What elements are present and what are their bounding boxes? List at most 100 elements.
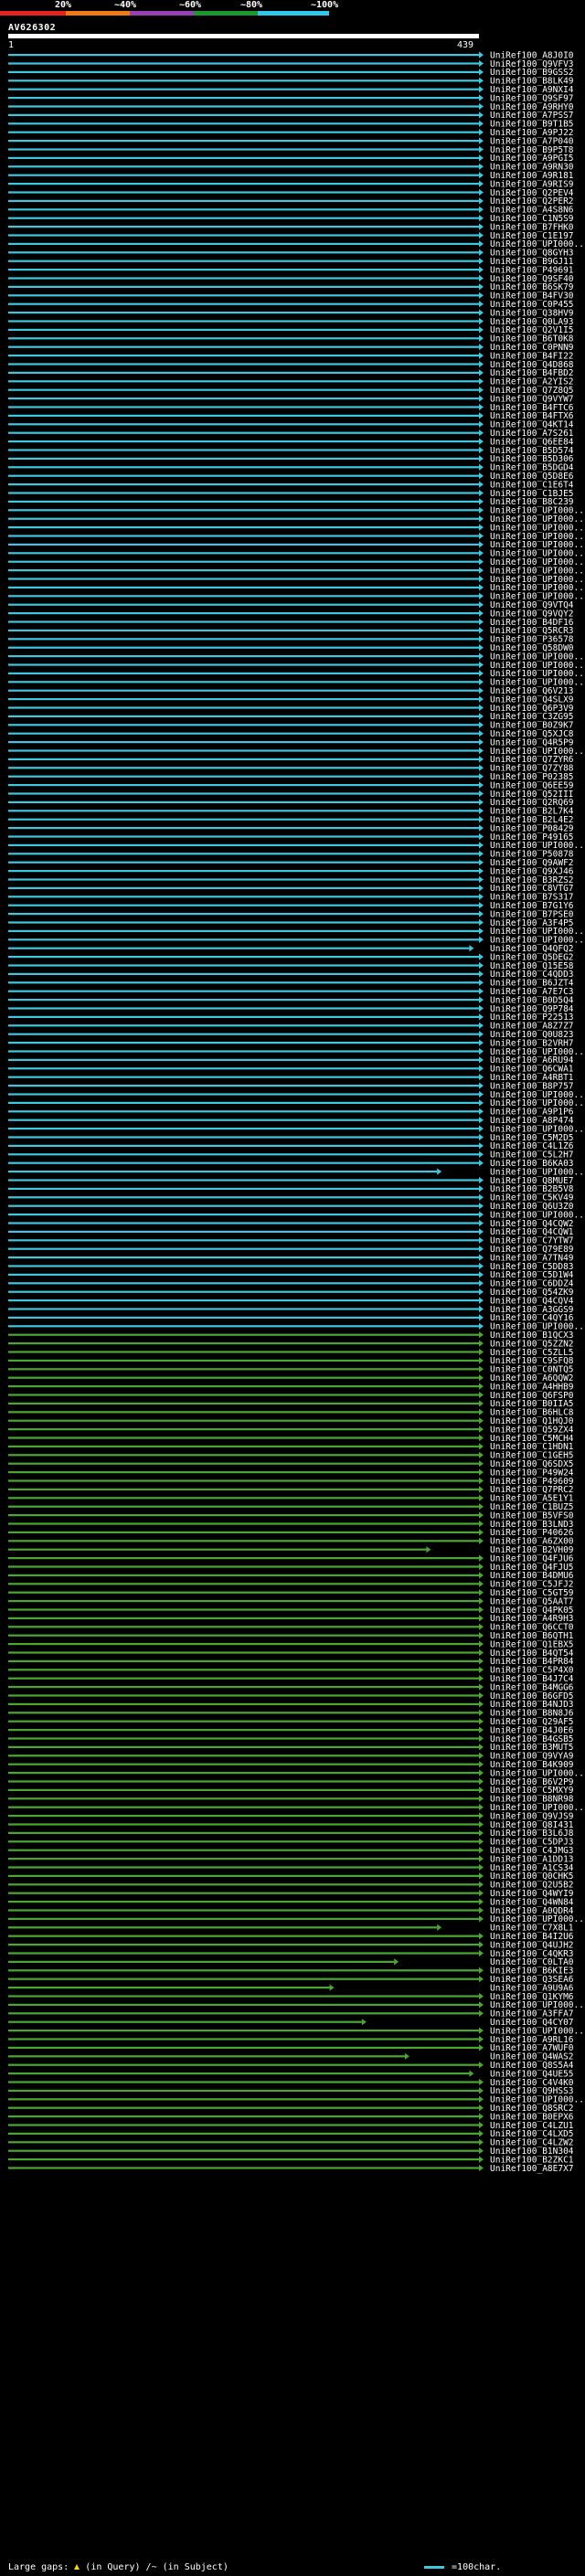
hit-bar: [8, 886, 479, 889]
hit-end-arrow: [479, 678, 484, 685]
hit-bar: [8, 1394, 479, 1396]
hit-label[interactable]: UniRef100_A8E7X7: [490, 2164, 574, 2174]
hit-bar: [8, 1643, 479, 1646]
hit-bar: [8, 543, 479, 546]
hit-end-arrow: [479, 1597, 484, 1605]
hit-end-arrow: [479, 558, 484, 566]
hit-end-arrow: [479, 1744, 484, 1751]
hit-end-arrow: [479, 1160, 484, 1167]
hit-end-arrow: [479, 1812, 484, 1819]
hit-end-arrow: [479, 1847, 484, 1854]
hit-bar: [8, 646, 479, 649]
large-gaps-legend: Large gaps: (in Query) /~ (in Subject): [8, 2562, 229, 2572]
hit-end-arrow: [479, 429, 484, 437]
hit-end-arrow: [479, 2095, 484, 2103]
hit-bar: [8, 1325, 479, 1328]
hit-bar: [8, 603, 479, 606]
hit-end-arrow: [479, 592, 484, 599]
hit-bar: [8, 1780, 479, 1783]
hit-end-arrow: [479, 1718, 484, 1725]
hit-bar: [8, 1454, 479, 1457]
hit-bar: [8, 1299, 479, 1302]
hit-end-arrow: [479, 249, 484, 256]
query-start-coord: 1: [8, 40, 15, 50]
hit-end-arrow: [479, 979, 484, 986]
hit-end-arrow: [479, 266, 484, 273]
hit-bar: [8, 2098, 479, 2101]
hit-bar: [8, 1101, 479, 1104]
hit-end-arrow: [479, 1941, 484, 1948]
hit-bar: [8, 758, 479, 760]
hit-bar: [8, 2020, 362, 2023]
hit-end-arrow: [479, 438, 484, 445]
hit-end-arrow: [479, 541, 484, 548]
hit-end-arrow: [479, 2121, 484, 2129]
hit-bar: [8, 1651, 479, 1654]
scale-label-20: 20%: [55, 0, 72, 10]
hit-end-arrow: [479, 1348, 484, 1356]
hit-end-arrow: [479, 1297, 484, 1304]
hit-end-arrow: [479, 713, 484, 720]
hit-end-arrow: [426, 1546, 431, 1553]
hit-end-arrow: [479, 1451, 484, 1458]
footer-legend: Large gaps: (in Query) /~ (in Subject) =…: [0, 2559, 585, 2576]
hit-bar: [8, 1479, 479, 1482]
hit-bar: [8, 260, 479, 262]
hit-end-arrow: [479, 2156, 484, 2163]
hit-end-arrow: [479, 1417, 484, 1425]
hit-bar: [8, 1874, 479, 1877]
hit-bar: [8, 1583, 479, 1585]
hit-end-arrow: [479, 215, 484, 222]
hit-bar: [8, 88, 479, 90]
hit-bar: [8, 1067, 479, 1070]
hit-bar: [8, 586, 479, 588]
hit-bar: [8, 140, 479, 143]
hit-bar: [8, 1050, 479, 1053]
hit-bar: [8, 1385, 479, 1388]
hit-bar: [8, 2089, 479, 2092]
hit-end-arrow: [479, 455, 484, 462]
hit-bar: [8, 1591, 479, 1594]
hit-end-arrow: [479, 1056, 484, 1064]
hit-end-arrow: [479, 223, 484, 230]
hit-bar: [8, 371, 479, 374]
hit-bar: [8, 1686, 479, 1689]
hit-end-arrow: [479, 936, 484, 943]
hit-end-arrow: [479, 635, 484, 642]
hit-bar: [8, 784, 479, 787]
hit-bar: [8, 509, 479, 512]
hit-bar: [8, 990, 479, 992]
hit-bar: [8, 749, 479, 752]
hit-end-arrow: [437, 1168, 442, 1175]
hit-end-arrow: [479, 1915, 484, 1923]
hit-end-arrow: [329, 1984, 335, 1991]
hit-end-arrow: [361, 2019, 367, 2026]
hit-end-arrow: [479, 721, 484, 728]
hit-bar: [8, 972, 479, 975]
hit-bar: [8, 1935, 479, 1937]
hit-bar: [8, 328, 479, 331]
hit-end-arrow: [479, 1520, 484, 1528]
hit-bar: [8, 1222, 479, 1224]
hit-end-arrow: [479, 129, 484, 136]
scale-label-60: ~60%: [179, 0, 202, 10]
hit-end-arrow: [479, 1863, 484, 1871]
hit-end-arrow: [479, 902, 484, 909]
hit-bar: [8, 1901, 479, 1903]
hit-bar: [8, 938, 479, 941]
hit-bar: [8, 1797, 479, 1800]
hit-bar: [8, 1359, 479, 1362]
hit-bar: [8, 1677, 479, 1680]
hit-end-arrow: [479, 1949, 484, 1957]
hit-bar: [8, 2030, 479, 2032]
hit-bar: [8, 1058, 479, 1061]
hit-bar: [8, 999, 479, 1002]
hit-bar: [8, 2167, 479, 2169]
hit-bar: [8, 1608, 479, 1611]
hit-end-arrow: [479, 1340, 484, 1347]
hit-end-arrow: [479, 77, 484, 84]
hit-end-arrow: [479, 154, 484, 162]
hit-end-arrow: [479, 395, 484, 402]
hit-bar: [8, 1858, 479, 1860]
hit-end-arrow: [479, 1426, 484, 1433]
